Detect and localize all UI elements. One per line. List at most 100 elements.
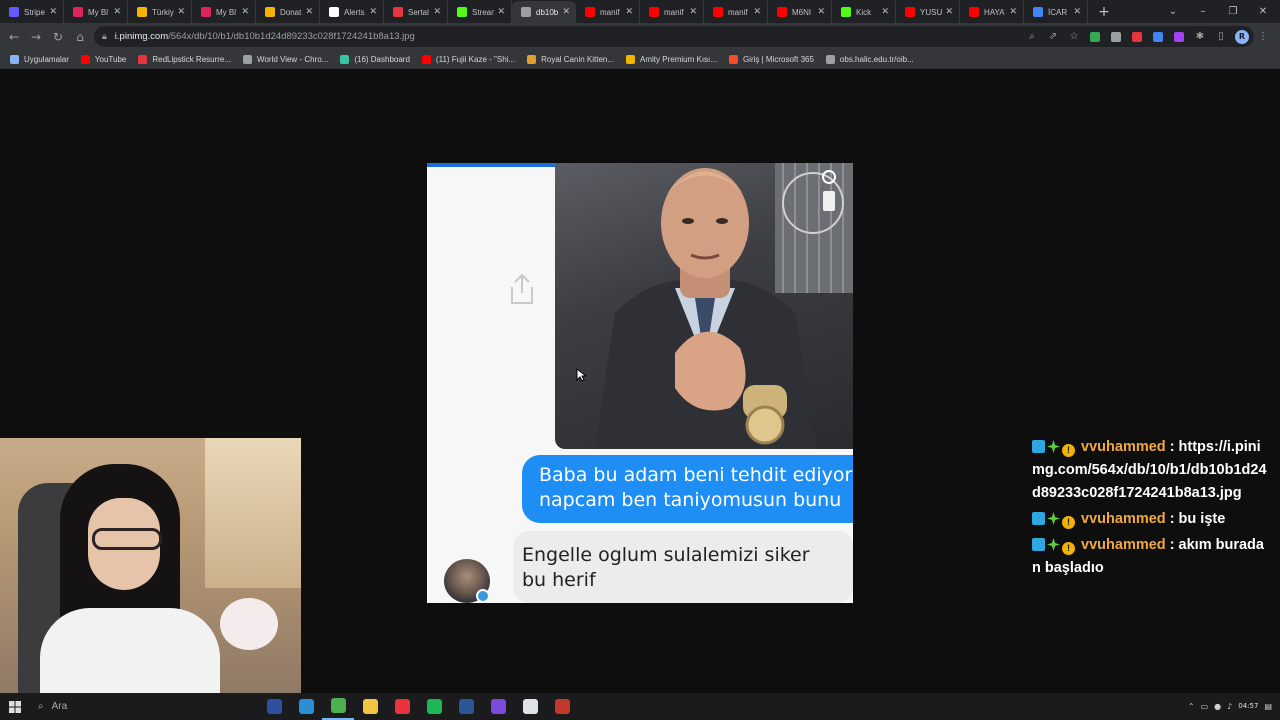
tab-3[interactable]: My Bl ✕ — [192, 1, 256, 23]
tab-close-icon[interactable]: ✕ — [945, 7, 953, 17]
bookmark-label: (11) Fujii Kaze - "Shi... — [435, 54, 516, 64]
tab-close-icon[interactable]: ✕ — [369, 7, 377, 17]
new-tab-button[interactable]: + — [1092, 1, 1116, 23]
tab-12[interactable]: M6NI ✕ — [768, 1, 832, 23]
tab-close-icon[interactable]: ✕ — [1009, 7, 1017, 17]
bookmark-item[interactable]: (11) Fujii Kaze - "Shi... — [421, 54, 516, 64]
restore-button[interactable]: ❐ — [1218, 0, 1248, 22]
tray-volume-icon[interactable]: ♪ — [1227, 702, 1232, 711]
tab-10[interactable]: manif ✕ — [640, 1, 704, 23]
taskbar-search[interactable]: ⌕ Ara — [30, 693, 210, 720]
tab-favicon-icon — [841, 7, 851, 17]
tab-0[interactable]: Stripe ✕ — [0, 1, 64, 23]
tab-6[interactable]: Sertal ✕ — [384, 1, 448, 23]
tab-close-icon[interactable]: ✕ — [625, 7, 633, 17]
search-icon: ⌕ — [38, 701, 44, 712]
bookmark-item[interactable]: Uygulamalar — [10, 54, 69, 64]
tab-search-chevron-icon[interactable]: ⌄ — [1158, 0, 1188, 22]
tray-network-icon[interactable]: ▭ — [1201, 702, 1209, 711]
tab-label: İCAR — [1048, 7, 1068, 17]
tab-close-icon[interactable]: ✕ — [113, 7, 121, 17]
tab-close-icon[interactable]: ✕ — [562, 7, 570, 17]
bookmark-item[interactable]: Royal Canin Kitten... — [527, 54, 614, 64]
tab-close-icon[interactable]: ✕ — [49, 7, 57, 17]
chrome-app[interactable] — [322, 693, 354, 720]
edge-app[interactable] — [290, 693, 322, 720]
tab-15[interactable]: HAYA ✕ — [960, 1, 1024, 23]
tab-2[interactable]: Türkiy ✕ — [128, 1, 192, 23]
tab-9[interactable]: manif ✕ — [576, 1, 640, 23]
extension-blue-icon[interactable] — [1149, 28, 1167, 46]
extension-purple-icon[interactable] — [1170, 28, 1188, 46]
tab-favicon-icon — [329, 7, 339, 17]
minimize-button[interactable]: – — [1188, 0, 1218, 22]
tab-close-icon[interactable]: ✕ — [689, 7, 697, 17]
tab-close-icon[interactable]: ✕ — [817, 7, 825, 17]
bookmark-item[interactable]: YouTube — [80, 54, 126, 64]
tab-favicon-icon — [969, 7, 979, 17]
taskbar-clock[interactable]: 04:57 — [1238, 702, 1258, 711]
tab-favicon-icon — [201, 7, 211, 17]
bookmark-item[interactable]: RedLipstick Resurre... — [138, 54, 231, 64]
close-window-button[interactable]: ✕ — [1248, 0, 1278, 22]
tab-close-icon[interactable]: ✕ — [433, 7, 441, 17]
share-icon[interactable]: ⇗ — [1044, 28, 1062, 46]
extension-gray-icon[interactable] — [1107, 28, 1125, 46]
zoom-icon[interactable]: ⌕ — [1023, 28, 1041, 46]
tab-close-icon[interactable]: ✕ — [241, 7, 249, 17]
reload-button[interactable]: ↻ — [47, 26, 69, 48]
extensions-puzzle-icon[interactable]: ✱ — [1191, 28, 1209, 46]
discord-app[interactable] — [482, 693, 514, 720]
bookmark-item[interactable]: Giriş | Microsoft 365 — [728, 54, 814, 64]
taskbar-app-list — [258, 693, 578, 720]
bookmark-item[interactable]: (16) Dashboard — [340, 54, 410, 64]
home-button[interactable]: ⌂ — [69, 26, 91, 48]
tab-close-icon[interactable]: ✕ — [753, 7, 761, 17]
word-app[interactable] — [450, 693, 482, 720]
spotify-app[interactable] — [418, 693, 450, 720]
tab-close-icon[interactable]: ✕ — [305, 7, 313, 17]
notification-icon[interactable]: ▤ — [1264, 702, 1272, 711]
bookmark-item[interactable]: Amity Premium Kısı... — [626, 54, 717, 64]
tools-app[interactable] — [258, 693, 290, 720]
extension-shield-icon[interactable] — [1086, 28, 1104, 46]
voice-app[interactable] — [386, 693, 418, 720]
meme-image[interactable]: Baba bu adam beni tehdit ediyor napcam b… — [427, 163, 853, 603]
tab-close-icon[interactable]: ✕ — [1073, 7, 1081, 17]
back-button[interactable]: ← — [3, 26, 25, 48]
explorer-app[interactable] — [354, 693, 386, 720]
spotify-app-icon — [426, 699, 442, 714]
bookmark-star-icon[interactable]: ☆ — [1065, 28, 1083, 46]
tray-mic-icon[interactable]: ● — [1214, 702, 1221, 711]
tab-close-icon[interactable]: ✕ — [881, 7, 889, 17]
tab-1[interactable]: My Bl ✕ — [64, 1, 128, 23]
side-panel-icon[interactable]: ▯ — [1212, 28, 1230, 46]
misc-app[interactable] — [546, 693, 578, 720]
tab-close-icon[interactable]: ✕ — [497, 7, 505, 17]
tab-close-icon[interactable]: ✕ — [177, 7, 185, 17]
tab-11[interactable]: manif ✕ — [704, 1, 768, 23]
menu-kebab-icon[interactable]: ⋮ — [1254, 28, 1272, 46]
bookmark-label: Giriş | Microsoft 365 — [742, 54, 814, 64]
tray-chevron-icon[interactable]: ⌃ — [1188, 702, 1195, 711]
tab-5[interactable]: Alerts ✕ — [320, 1, 384, 23]
windows-taskbar: ⌕ Ara ⌃ ▭ ● ♪ 04:57 ▤ — [0, 693, 1280, 720]
chat-username: vvuhammed — [1081, 439, 1166, 455]
start-button[interactable] — [0, 693, 30, 720]
profile-avatar[interactable]: R — [1233, 28, 1251, 46]
tab-8[interactable]: db10b ✕ — [512, 1, 576, 23]
tab-7[interactable]: Stream✕ — [448, 1, 512, 23]
tab-label: db10b — [536, 7, 559, 17]
tab-13[interactable]: Kick ✕ — [832, 1, 896, 23]
lock-icon[interactable]: 🔒︎ — [102, 32, 107, 42]
extension-red-icon[interactable] — [1128, 28, 1146, 46]
tab-16[interactable]: İCAR ✕ — [1024, 1, 1088, 23]
tab-14[interactable]: YUSU ✕ — [896, 1, 960, 23]
tab-4[interactable]: Donat ✕ — [256, 1, 320, 23]
chat-badge-coin-icon: ! — [1062, 444, 1075, 457]
forward-button[interactable]: → — [25, 26, 47, 48]
bookmark-item[interactable]: World View - Chro... — [243, 54, 328, 64]
obs-app[interactable] — [514, 693, 546, 720]
bookmark-favicon-icon — [421, 54, 431, 64]
bookmark-item[interactable]: obs.halic.edu.tr/oib... — [825, 54, 914, 64]
